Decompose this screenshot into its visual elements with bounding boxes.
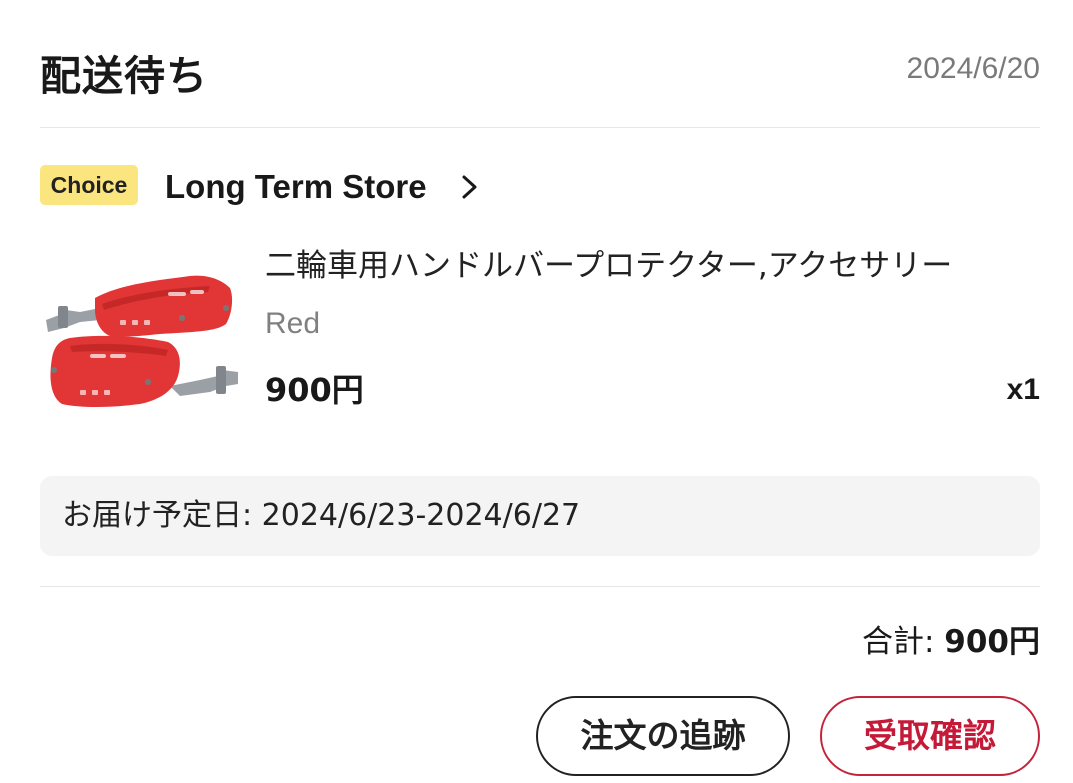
order-header: 配送待ち 2024/6/20 [40, 40, 1040, 100]
total-value: 900円 [944, 624, 1040, 660]
store-link[interactable]: Choice Long Term Store [40, 163, 1040, 213]
handguard-top [46, 275, 233, 337]
delivery-estimate-box: お届け予定日: 2024/6/23-2024/6/27 [40, 476, 1040, 556]
handguard-bottom [50, 335, 238, 407]
order-date: 2024/6/20 [906, 52, 1040, 85]
product-quantity: x1 [1006, 373, 1040, 406]
order-status-title: 配送待ち [40, 52, 208, 100]
summary-divider [40, 586, 1040, 587]
order-card: 配送待ち 2024/6/20 Choice Long Term Store 二輪… [40, 0, 1040, 783]
product-image[interactable] [40, 258, 240, 418]
product-price: 900円 [265, 371, 364, 409]
total-label: 合計: [861, 624, 945, 660]
delivery-estimate-text: お届け予定日: 2024/6/23-2024/6/27 [62, 498, 581, 533]
choice-badge: Choice [40, 165, 138, 205]
chevron-right-icon[interactable] [454, 172, 484, 202]
product-variant: Red [265, 307, 321, 340]
header-divider [40, 127, 1040, 128]
store-name[interactable]: Long Term Store [165, 165, 427, 209]
track-order-button[interactable]: 注文の追跡 [536, 696, 790, 776]
order-total: 合計: 900円 [862, 620, 1040, 664]
product-title[interactable]: 二輪車用ハンドルバープロテクター,アクセサリー [265, 244, 1005, 288]
confirm-receipt-button[interactable]: 受取確認 [820, 696, 1040, 776]
